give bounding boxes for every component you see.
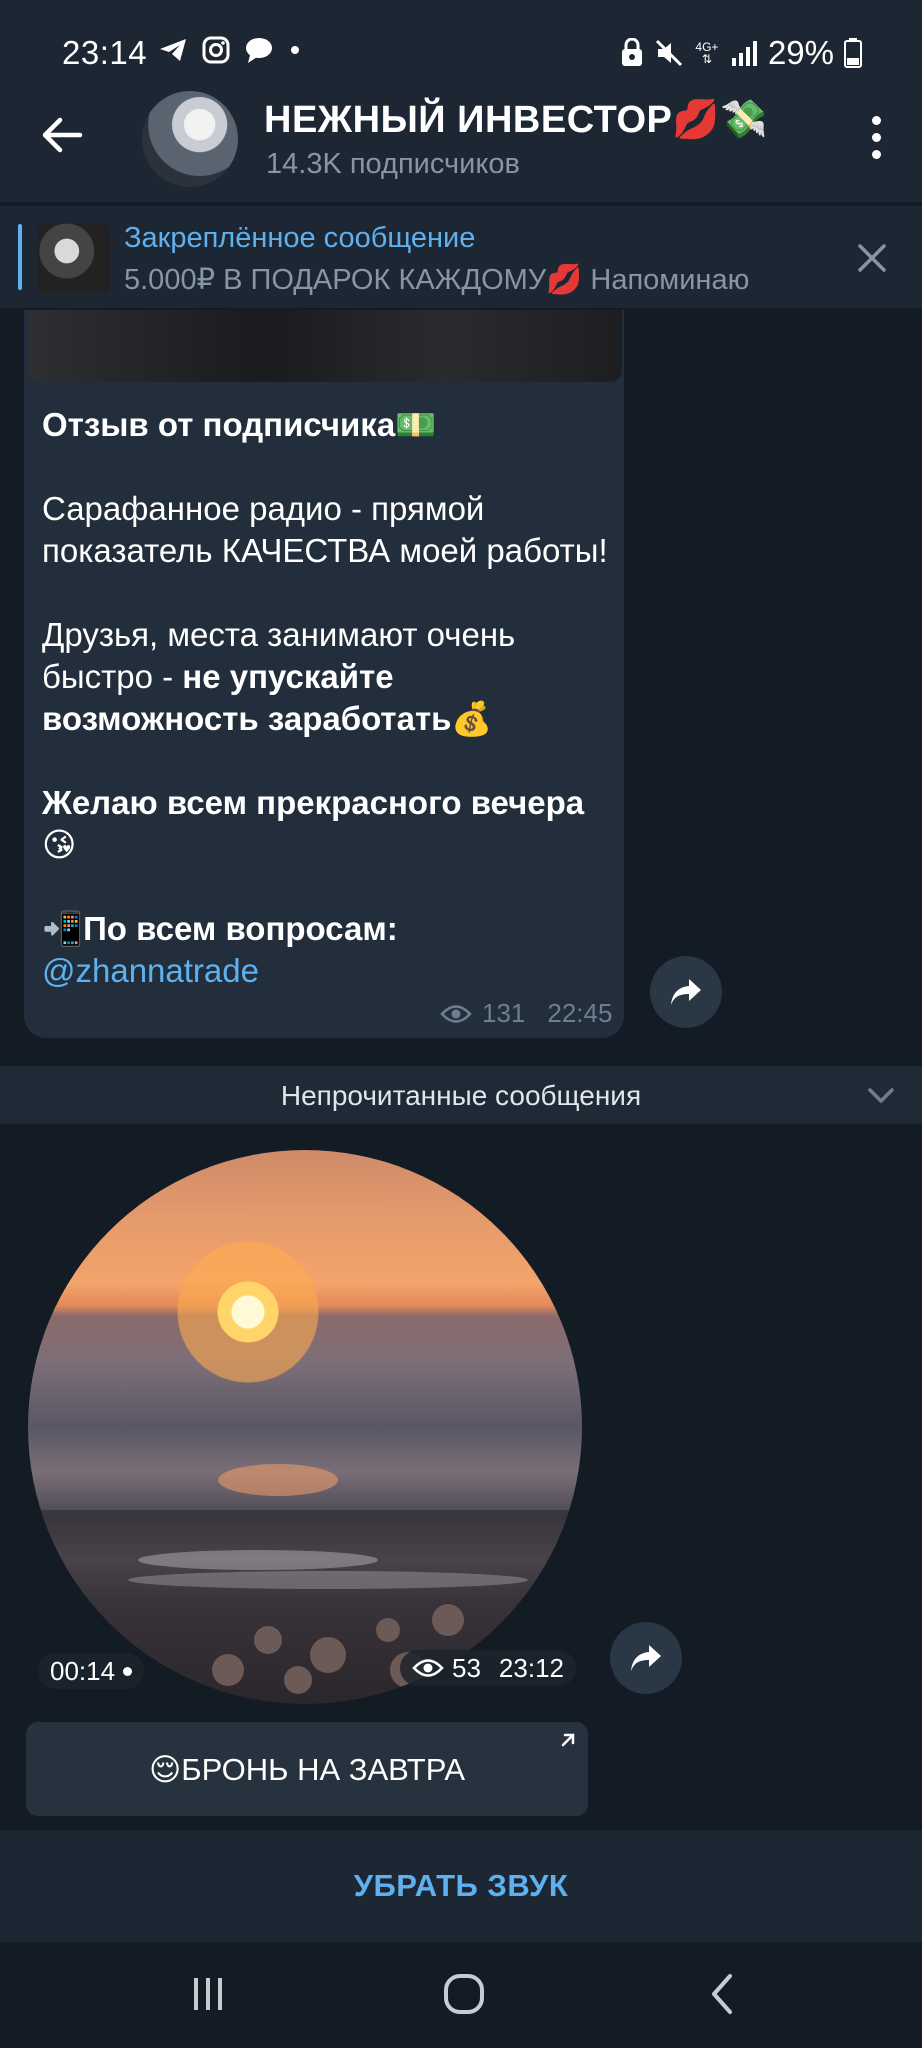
- instagram-icon: [202, 36, 230, 64]
- sea-sunset-scene: [28, 1464, 582, 1704]
- channel-title[interactable]: НЕЖНЫЙ ИНВЕСТОР💋💸: [264, 98, 768, 142]
- subscriber-count: 14.3K подписчиков: [266, 148, 520, 180]
- back-nav-icon[interactable]: [694, 1964, 754, 2024]
- message-photo[interactable]: [28, 310, 622, 382]
- system-navigation-bar: [0, 1942, 922, 2048]
- external-link-icon: [561, 1733, 575, 1747]
- unread-label: Непрочитанные сообщения: [280, 1080, 642, 1111]
- share-arrow-icon: [671, 979, 701, 1005]
- forward-button[interactable]: [610, 1622, 682, 1694]
- chat-header: НЕЖНЫЙ ИНВЕСТОР💋💸 14.3K подписчиков: [0, 74, 922, 202]
- message-text: Отзыв от подписчика💵 Сарафанное радио - …: [42, 404, 612, 992]
- video-meta-badge: 53 23:12: [400, 1650, 576, 1686]
- message-views: 131: [482, 998, 526, 1028]
- battery-icon: [844, 38, 862, 68]
- more-menu-icon[interactable]: [870, 116, 882, 160]
- recording-dot-icon: [123, 1666, 133, 1676]
- message-paragraph-4: 📲По всем вопросам:: [42, 910, 398, 947]
- channel-avatar[interactable]: [142, 91, 238, 187]
- message-paragraph-3: Желаю всем прекрасного вечера 😘: [42, 784, 585, 863]
- mute-icon: [655, 39, 682, 67]
- lock-icon: [621, 38, 642, 66]
- message-meta: 131 22:45: [440, 998, 612, 1029]
- video-duration-badge: 00:14: [38, 1653, 145, 1689]
- message-time: 22:45: [547, 998, 613, 1028]
- chat-icon: [246, 38, 272, 63]
- pinned-preview-text: 5.000₽ В ПОДАРОК КАЖДОМУ💋 Напоминаю: [124, 264, 750, 296]
- telegram-channel-screen: 23:14 4G+ ⇅ 29% НЕЖНЫЙ ИНВЕСТОР💋💸 14.3K …: [0, 0, 922, 2048]
- username-link[interactable]: @zhannatrade: [42, 950, 612, 992]
- chevron-down-icon[interactable]: [866, 1080, 896, 1110]
- status-time: 23:14: [62, 34, 148, 71]
- telegram-icon: [160, 39, 186, 61]
- pinned-indicator: [18, 224, 22, 290]
- unread-divider: Непрочитанные сообщения: [0, 1066, 922, 1124]
- recent-apps-icon[interactable]: [178, 1964, 238, 2024]
- network-icon: 4G+ ⇅: [695, 40, 719, 66]
- share-arrow-icon: [631, 1645, 661, 1671]
- notification-icons: [158, 36, 302, 64]
- round-video-message[interactable]: [28, 1150, 582, 1704]
- signal-icon: [731, 41, 757, 66]
- message-heading: Отзыв от подписчика💵: [42, 406, 437, 443]
- battery-percent: 29%: [767, 34, 834, 71]
- dot-icon: [291, 46, 299, 54]
- eye-icon: [440, 1004, 472, 1023]
- video-time: 23:12: [498, 1652, 564, 1683]
- pinned-message-bar[interactable]: Закреплённое сообщение 5.000₽ В ПОДАРОК …: [0, 204, 922, 308]
- status-bar: 23:14 4G+ ⇅ 29%: [0, 0, 922, 74]
- inline-url-button[interactable]: 😌БРОНЬ НА ЗАВТРА: [26, 1722, 588, 1816]
- forward-button[interactable]: [650, 956, 722, 1028]
- back-arrow-icon[interactable]: [36, 110, 86, 160]
- message-paragraph-2: Друзья, места занимают очень быстро - не…: [42, 616, 516, 737]
- video-views: 53: [452, 1652, 481, 1683]
- inline-button-label: 😌БРОНЬ НА ЗАВТРА: [148, 1752, 465, 1787]
- video-duration: 00:14: [50, 1655, 116, 1686]
- close-icon[interactable]: [850, 236, 894, 280]
- pinned-thumbnail: [38, 223, 110, 293]
- system-icons: 4G+ ⇅ 29%: [620, 34, 862, 72]
- home-icon[interactable]: [434, 1964, 494, 2024]
- message-paragraph-1: Сарафанное радио - прямой показатель КАЧ…: [42, 490, 608, 569]
- mute-bar: УБРАТЬ ЗВУК: [0, 1830, 922, 1942]
- eye-icon: [412, 1659, 444, 1677]
- mute-button[interactable]: УБРАТЬ ЗВУК: [0, 1868, 922, 1904]
- pinned-title: Закреплённое сообщение: [124, 222, 476, 254]
